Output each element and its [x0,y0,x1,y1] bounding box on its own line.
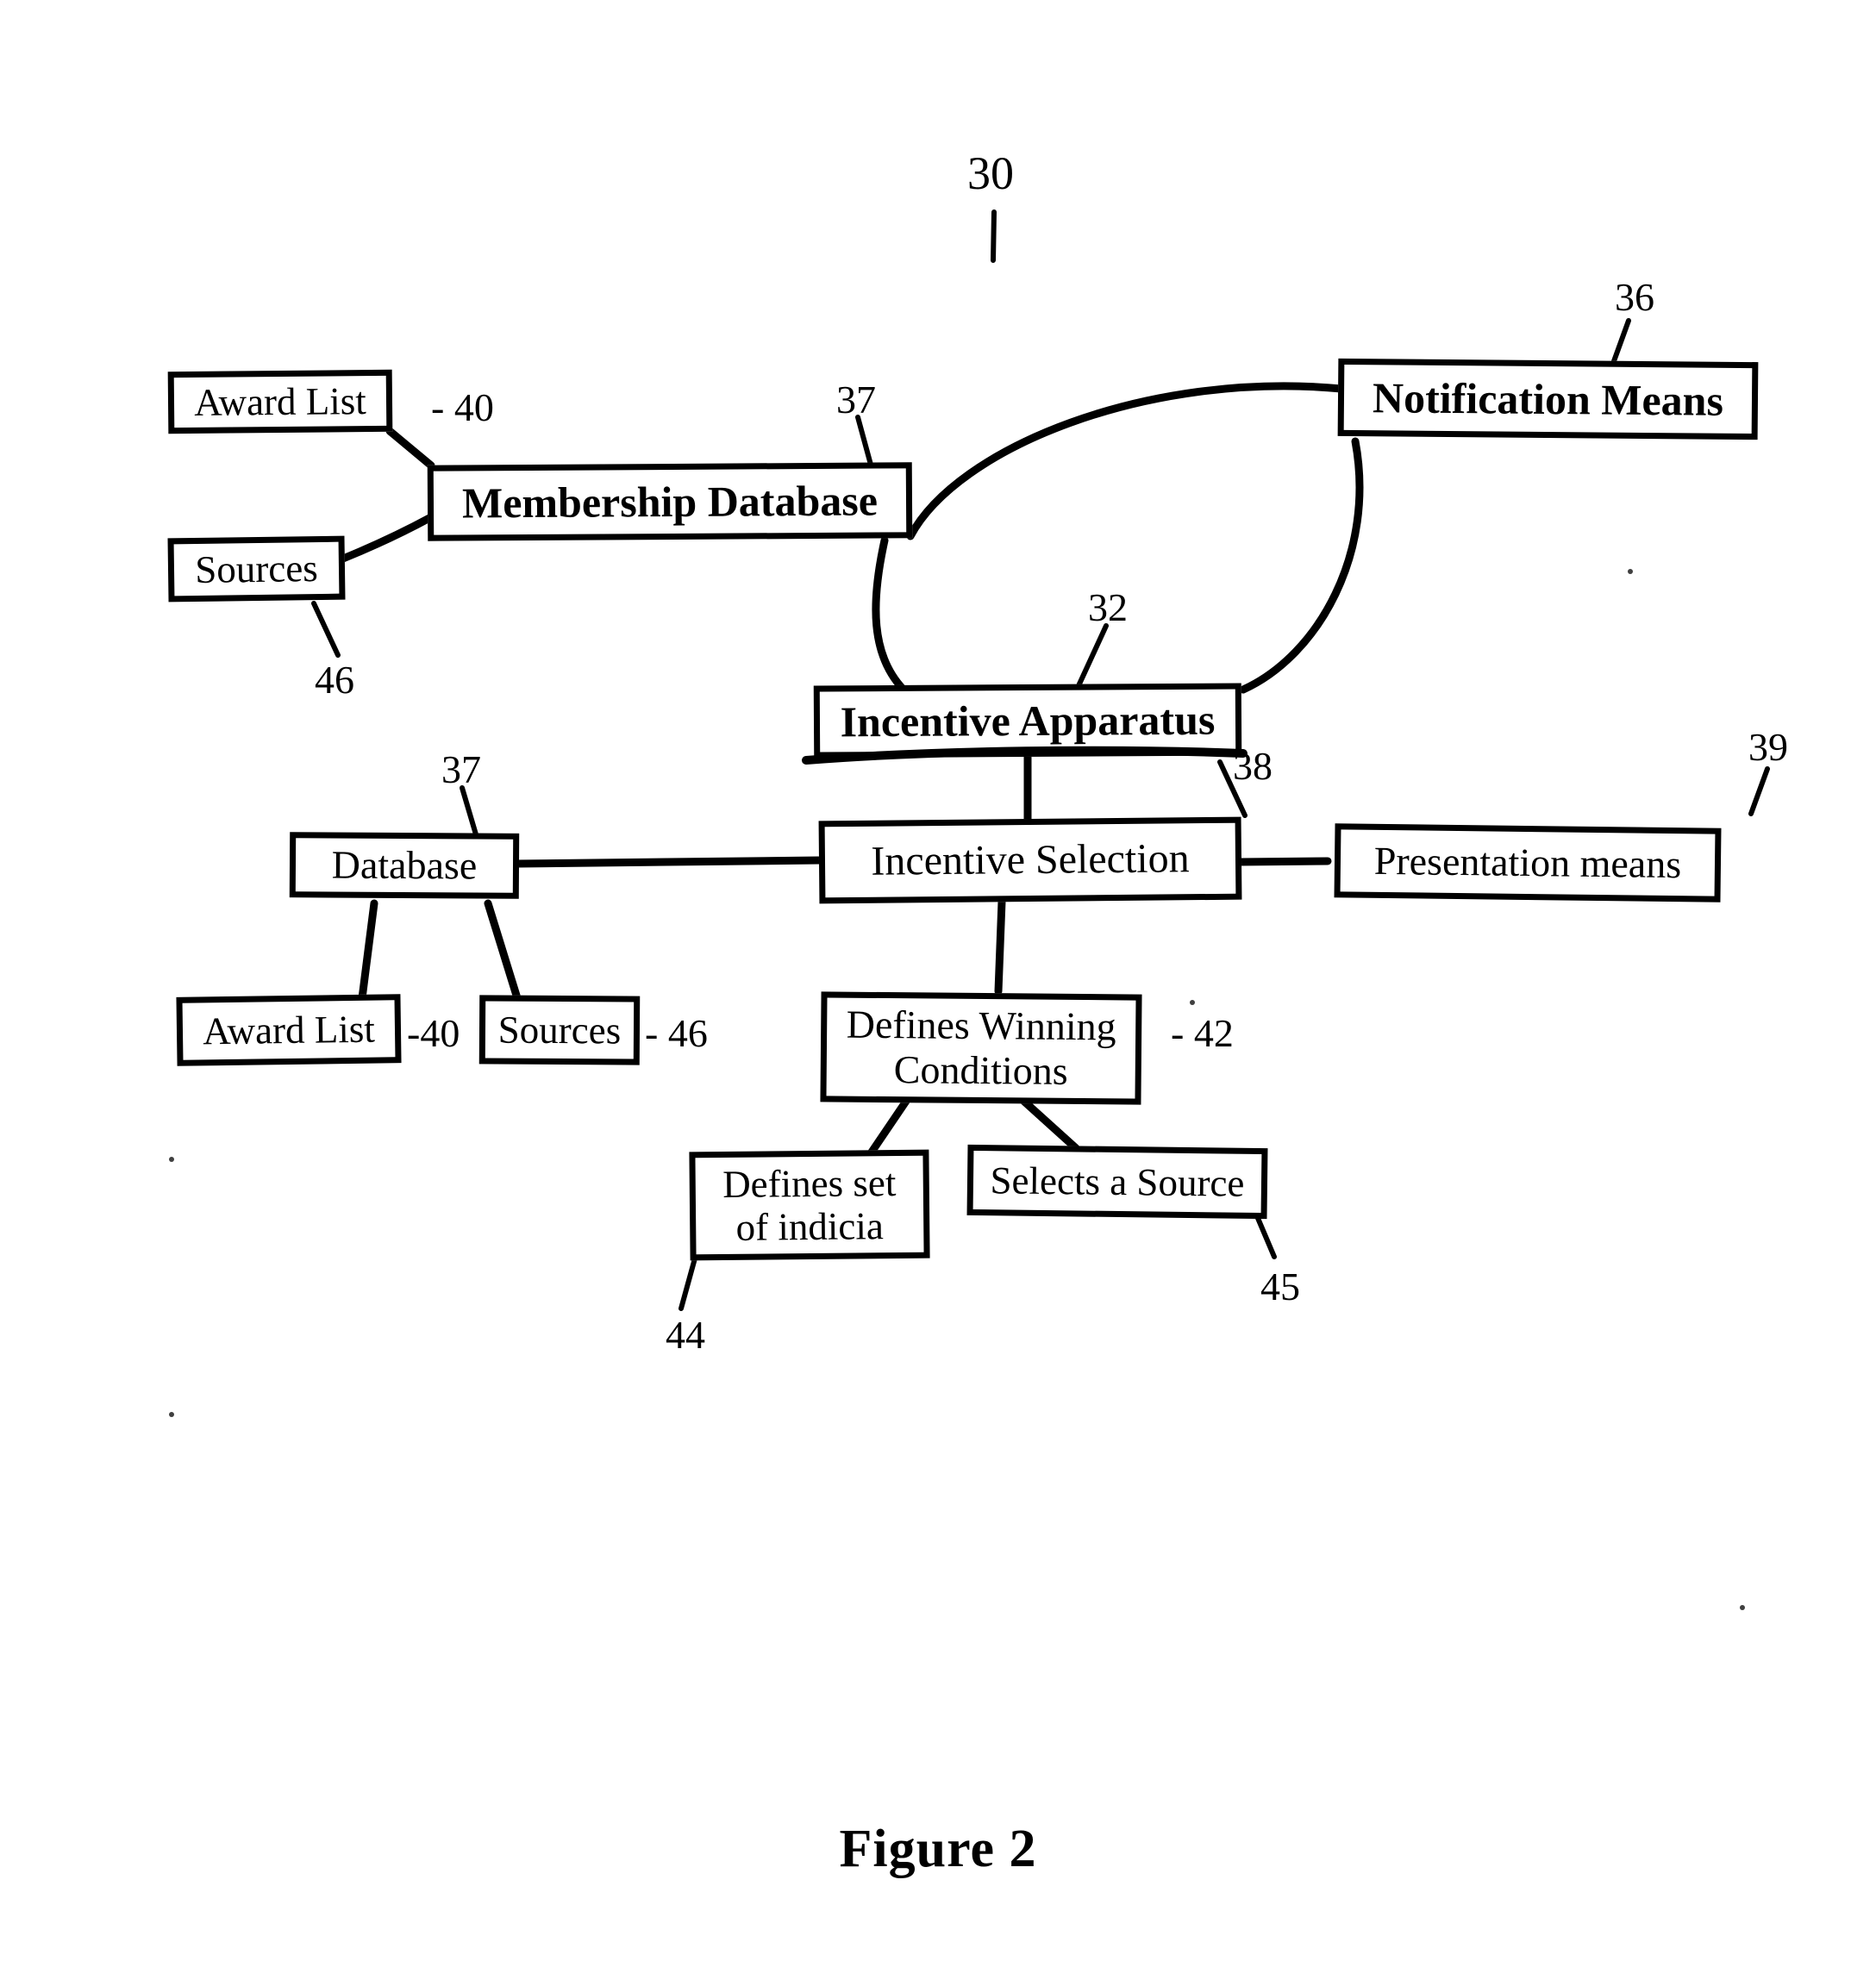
node-membership-database-label: Membership Database [461,476,879,528]
node-sources-bottom[interactable]: Sources [478,995,641,1065]
node-award-list-bottom-label: Award List [202,1007,376,1053]
edge-awardlist-membershipdb [385,427,435,470]
node-database[interactable]: Database [289,832,520,899]
node-notification-means-label: Notification Means [1372,373,1724,425]
ref-label-37-top: 37 [836,378,876,422]
scan-speck [1740,1605,1745,1610]
node-presentation-means-label: Presentation means [1373,839,1682,887]
patent-figure-page: 30 Award List - 40 Sources 46 Membership… [0,0,1876,1961]
leader-line-46-top [311,601,341,658]
node-defines-winning-conditions-label: Defines Winning Conditions [846,1002,1116,1093]
ref-label-45: 45 [1260,1265,1300,1308]
node-award-list-top[interactable]: Award List [167,369,393,434]
leader-line-32 [1074,623,1109,692]
edge-winning-selectssource [1018,1096,1080,1152]
node-sources-bottom-label: Sources [497,1008,622,1052]
node-award-list-top-label: Award List [193,378,367,424]
ref-label-40-top: - 40 [431,385,494,429]
ref-label-38: 38 [1233,744,1273,788]
node-defines-set-of-indicia-label: Defines set of indicia [722,1160,897,1249]
leader-line-39 [1748,766,1770,816]
node-defines-winning-conditions[interactable]: Defines Winning Conditions [820,991,1142,1105]
leader-line-44 [678,1256,697,1311]
edge-membershipdb-incentive [872,536,908,694]
edge-incentiveselection-presentation [1235,857,1332,866]
edge-incentiveselection-winning [994,897,1006,996]
scan-speck [1628,569,1633,574]
underline-incentive-apparatus [802,746,1248,765]
node-incentive-selection-label: Incentive Selection [871,835,1190,884]
node-presentation-means[interactable]: Presentation means [1334,823,1722,902]
node-notification-means[interactable]: Notification Means [1337,358,1759,440]
connector-lines [311,209,1770,1311]
node-selects-a-source-label: Selects a Source [990,1158,1245,1205]
node-incentive-selection[interactable]: Incentive Selection [818,816,1242,904]
node-membership-database[interactable]: Membership Database [427,462,913,541]
node-defines-set-of-indicia[interactable]: Defines set of indicia [689,1149,930,1261]
node-sources-top[interactable]: Sources [167,535,346,603]
ref-label-40-bottom: -40 [407,1011,460,1055]
edge-membershipdb-notification [906,382,1346,540]
ref-label-46-top: 46 [315,658,354,702]
node-database-label: Database [331,842,478,888]
node-sources-top-label: Sources [194,546,319,591]
edge-database-incentiveselection [513,856,825,868]
node-award-list-bottom[interactable]: Award List [176,994,402,1066]
scan-speck [169,1157,174,1162]
edge-database-awardlist [358,899,378,1002]
ref-label-42: - 42 [1171,1011,1234,1055]
ref-label-32: 32 [1088,585,1128,629]
node-incentive-apparatus-label: Incentive Apparatus [840,695,1216,746]
ref-label-36: 36 [1615,275,1654,319]
ref-label-46-bottom: - 46 [645,1011,708,1055]
leader-line-30 [991,209,997,263]
edge-sources-membershipdb [339,513,435,563]
edge-winning-indicia [866,1096,911,1158]
node-selects-a-source[interactable]: Selects a Source [966,1144,1268,1220]
edge-notification-incentive [1239,437,1364,694]
ref-label-44: 44 [666,1313,705,1357]
scan-speck [1190,1000,1195,1005]
leader-line-37-bottom [460,785,478,837]
leader-line-37-top [855,415,873,467]
ref-label-30: 30 [967,147,1014,199]
ref-label-39: 39 [1748,725,1788,769]
edge-database-sources [484,899,522,1002]
ref-label-37-bottom: 37 [441,747,481,791]
scan-speck [169,1412,174,1417]
figure-caption: Figure 2 [839,1820,1037,1878]
